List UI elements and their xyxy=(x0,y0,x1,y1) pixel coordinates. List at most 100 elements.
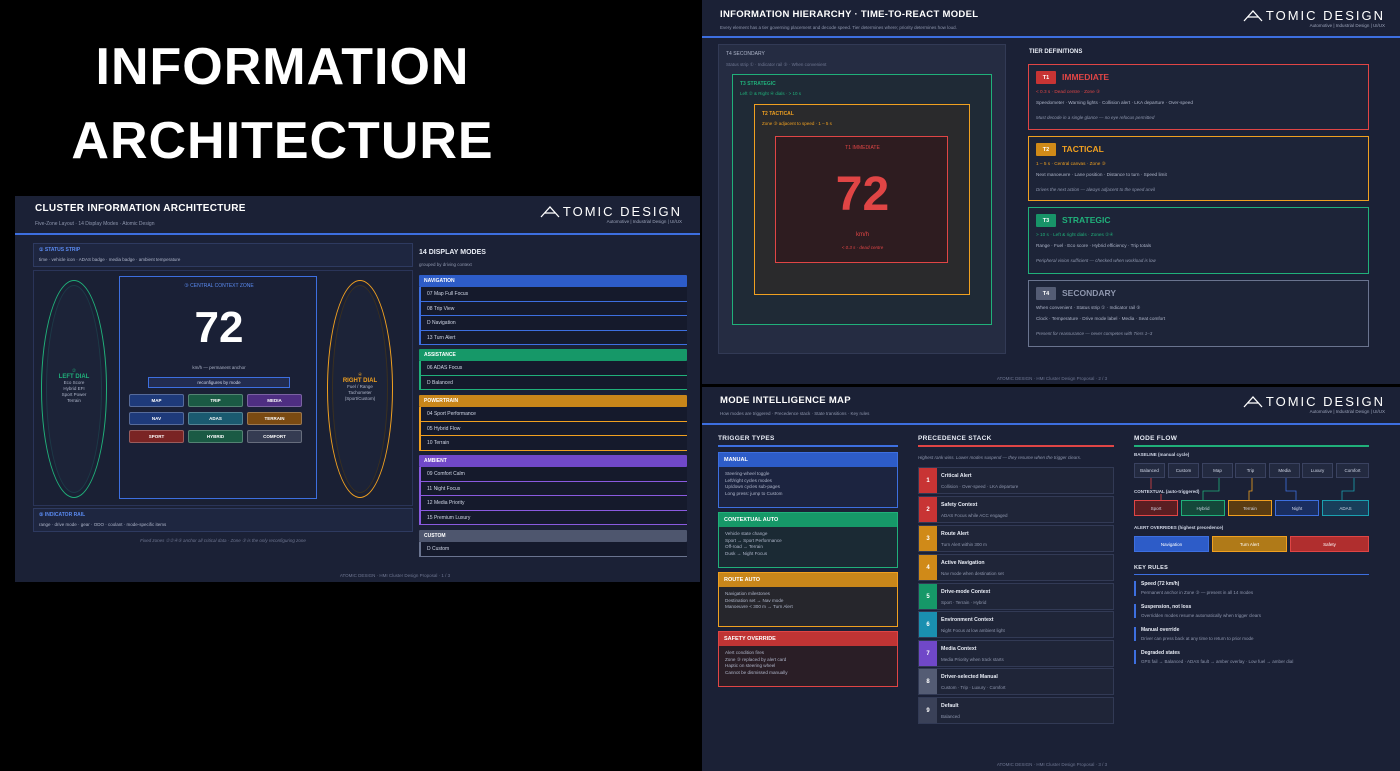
slide1-title: CLUSTER INFORMATION ARCHITECTURE xyxy=(35,203,246,214)
tier-name: SECONDARY xyxy=(1062,288,1116,298)
key-rule-2: Suspension, not loss Overridden modes res… xyxy=(1134,604,1369,618)
trigger-types-title: TRIGGER TYPES xyxy=(718,435,775,442)
t3-desc: Left ② & Right ④ dials · > 10 s xyxy=(740,91,801,96)
tier-badge: T3 xyxy=(1036,214,1056,227)
flow-baseline-mode: Luxury xyxy=(1302,463,1333,478)
tier-badge: T2 xyxy=(1036,143,1056,156)
precedence-item-1: 1 Critical Alert Collision · Over-speed · … xyxy=(918,467,1114,494)
precedence-item-5: 5 Drive-mode Context Sport · Terrain · Hyb… xyxy=(918,583,1114,610)
mode-item[interactable]: 11 Night Focus xyxy=(419,481,687,496)
flow-override-mode: Turn Alert xyxy=(1212,536,1287,552)
mode-btn-nav[interactable]: NAV xyxy=(129,412,184,425)
trigger-manual: MANUAL Steering-wheel toggle Left/right … xyxy=(718,452,898,508)
slide3-footer: ATOMIC DESIGN · HMI Cluster Design Propo… xyxy=(996,762,1108,767)
central-zone-label: ③ CENTRAL CONTEXT ZONE xyxy=(184,283,254,289)
flow-contextual-mode: Terrain xyxy=(1228,500,1272,516)
t1-label: T1 IMMEDIATE xyxy=(845,145,880,151)
mode-btn-media[interactable]: MEDIA xyxy=(247,394,302,407)
precedence-item-3: 3 Route Alert Turn Alert within 300 m xyxy=(918,525,1114,552)
mode-item[interactable]: 10 Terrain xyxy=(419,436,687,451)
precedence-item-6: 6 Environment Context Night Focus at low a… xyxy=(918,611,1114,638)
slide3-title: MODE INTELLIGENCE MAP xyxy=(720,395,851,406)
logo-subtitle: Automotive | Industrial Design | UI/UX xyxy=(1309,409,1385,414)
trigger-header: MANUAL xyxy=(719,453,897,467)
logo: TOMIC DESIGN Automotive | Industrial Des… xyxy=(1243,394,1385,414)
group-powertrain: POWERTRAIN 04 Sport Performance 05 Hybri… xyxy=(419,395,687,451)
status-strip: ① STATUS STRIP time · vehicle icon · ADA… xyxy=(33,243,413,267)
mode-item[interactable]: 13 Turn Alert xyxy=(419,330,687,345)
tier-line3: Must decode in a single glance — no eye … xyxy=(1036,115,1155,120)
t1-unit: km/h xyxy=(855,232,869,238)
tier-card-t4: T4 SECONDARY When convenient · Status st… xyxy=(1028,280,1369,347)
group-navigation: NAVIGATION 07 Map Full Focus 08 Trip Vie… xyxy=(419,275,687,345)
mode-item[interactable]: D Custom xyxy=(419,542,687,557)
mode-btn-hybrid[interactable]: HYBRID xyxy=(188,430,243,443)
tier-badge: T1 xyxy=(1036,71,1056,84)
trigger-safety-override: SAFETY OVERRIDE Alert condition fires Zo… xyxy=(718,631,898,687)
hero-line-1: INFORMATION xyxy=(95,38,470,96)
group-header: NAVIGATION xyxy=(419,275,687,287)
mode-item[interactable]: 07 Map Full Focus xyxy=(419,287,687,302)
tier-line2: Speedometer · Warning lights · Collision… xyxy=(1036,100,1193,105)
tier-card-t1: T1 IMMEDIATE < 0.3 s · Dead centre · Zon… xyxy=(1028,64,1369,130)
mode-item[interactable]: 12 Media Priority xyxy=(419,496,687,511)
speed-unit: km/h — permanent anchor xyxy=(192,365,246,370)
mode-btn-trip[interactable]: TRIP xyxy=(188,394,243,407)
mode-btn-map[interactable]: MAP xyxy=(129,394,184,407)
flow-baseline-mode: Comfort xyxy=(1336,463,1369,478)
flow-contextual-mode: Night xyxy=(1275,500,1319,516)
tier1-box: T1 IMMEDIATE 72 km/h < 0.3 s · dead cent… xyxy=(775,136,948,263)
flow-override-mode: Navigation xyxy=(1134,536,1209,552)
t1-speed: 72 xyxy=(835,168,890,221)
flow-baseline-mode: Custom xyxy=(1168,463,1199,478)
t2-desc: Zone ③ adjacent to speed · 1 – 5 s xyxy=(762,121,832,126)
mode-item[interactable]: 08 Trip View xyxy=(419,301,687,316)
contextual-label: CONTEXTUAL (auto-triggered) xyxy=(1134,489,1203,494)
trigger-header: ROUTE AUTO xyxy=(719,573,897,587)
mode-item[interactable]: 04 Sport Performance xyxy=(419,407,687,422)
flow-baseline-mode: Media xyxy=(1269,463,1300,478)
trigger-body: Alert condition fires Zone ③ replaced by… xyxy=(725,650,788,676)
trigger-body: Steering-wheel toggle Left/right cycles … xyxy=(725,471,783,497)
tier-defs-title: TIER DEFINITIONS xyxy=(1029,49,1083,55)
mode-item[interactable]: D Navigation xyxy=(419,316,687,331)
mode-item[interactable]: D Balanced xyxy=(419,375,687,390)
status-strip-label: ① STATUS STRIP xyxy=(39,247,81,253)
tier-badge: T4 xyxy=(1036,287,1056,300)
precedence-item-8: 8 Driver-selected Manual Custom · Trip · L… xyxy=(918,668,1114,695)
tier-line2: Clock · Temperature · Drive mode label ·… xyxy=(1036,316,1166,321)
slide3-subtitle: How modes are triggered · Precedence sta… xyxy=(720,411,870,416)
mode-btn-adas[interactable]: ADAS xyxy=(188,412,243,425)
t4-desc: Status strip ① · Indicator rail ⑤ · When… xyxy=(726,62,827,67)
logo-text: TOMIC DESIGN xyxy=(1265,394,1385,409)
tier-line3: Present for reassurance — never competes… xyxy=(1036,331,1153,336)
overrides-label: ALERT OVERRIDES (highest precedence) xyxy=(1134,525,1224,530)
tier-line1: < 0.3 s · Dead centre · Zone ③ xyxy=(1036,89,1101,94)
mode-item[interactable]: 15 Premium Luxury xyxy=(419,510,687,525)
flow-baseline-mode: Map xyxy=(1202,463,1233,478)
baseline-label: BASELINE (manual cycle) xyxy=(1134,452,1190,457)
trigger-header: SAFETY OVERRIDE xyxy=(719,632,897,646)
mode-item[interactable]: 05 Hybrid Flow xyxy=(419,421,687,436)
logo-subtitle: Automotive | Industrial Design | UI/UX xyxy=(1309,23,1385,28)
logo-text: TOMIC DESIGN xyxy=(562,204,682,219)
fixed-zones-note: Fixed zones ①②④⑤ anchor all critical dat… xyxy=(140,538,306,543)
mode-btn-terrain[interactable]: TERRAIN xyxy=(247,412,302,425)
slide1-subtitle: Five-Zone Layout · 14 Display Modes · At… xyxy=(35,221,155,227)
mode-btn-comfort[interactable]: COMFORT xyxy=(247,430,302,443)
mode-item[interactable]: 09 Comfort Calm xyxy=(419,467,687,482)
group-header: AMBIENT xyxy=(419,455,687,467)
status-strip-items: time · vehicle icon · ADAS badge · media… xyxy=(39,257,181,262)
precedence-item-7: 7 Media Context Media Priority when track … xyxy=(918,640,1114,667)
key-rules-title: KEY RULES xyxy=(1134,565,1169,571)
tier-line1: 1 – 5 s · Central canvas · Zone ③ xyxy=(1036,161,1106,166)
mode-item[interactable]: 06 ADAS Focus xyxy=(419,361,687,376)
tier-line2: Next manoeuvre · Lane position · Distanc… xyxy=(1036,172,1167,177)
flow-contextual-mode: ADAS xyxy=(1322,500,1369,516)
flow-baseline-mode: Balanced xyxy=(1134,463,1165,478)
tier-line1: > 10 s · Left & right dials · Zones ②④ xyxy=(1036,232,1114,237)
mode-btn-sport[interactable]: SPORT xyxy=(129,430,184,443)
logo-subtitle: Automotive | Industrial Design | UI/UX xyxy=(606,219,682,224)
t4-label: T4 SECONDARY xyxy=(726,51,765,57)
slide2-footer: ATOMIC DESIGN · HMI Cluster Design Propo… xyxy=(996,376,1108,381)
